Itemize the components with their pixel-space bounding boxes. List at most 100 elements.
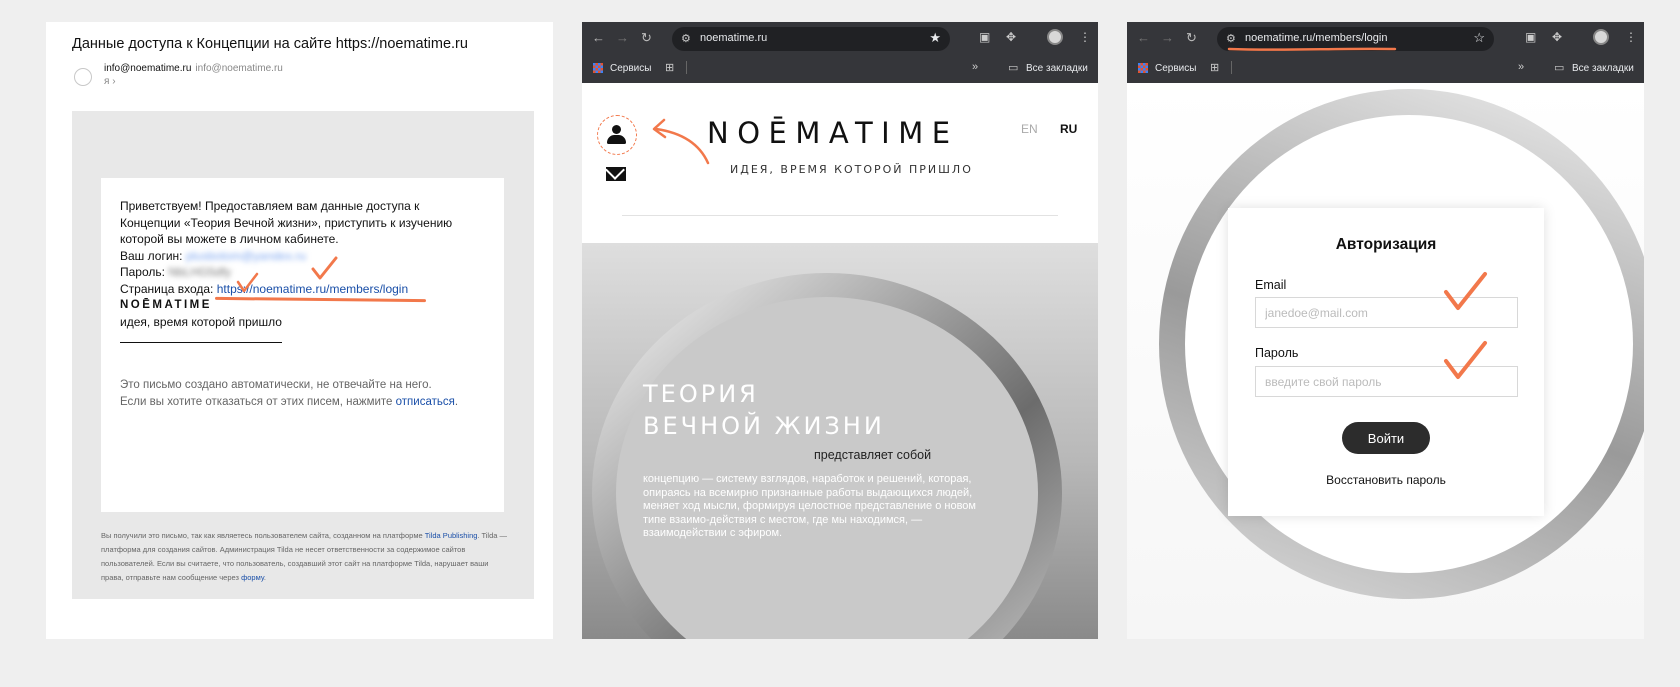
- menu-dots-icon[interactable]: ⋮: [1625, 30, 1637, 44]
- email-card: Приветствуем! Предоставляем вам данные д…: [101, 178, 504, 512]
- email-footer: Вы получили это письмо, так как являетес…: [101, 529, 511, 585]
- email-greeting: Приветствуем! Предоставляем вам данные д…: [120, 199, 453, 246]
- account-button[interactable]: [597, 115, 637, 155]
- profile-icon[interactable]: [1047, 29, 1063, 45]
- sender-name: info@noematime.ru: [104, 63, 192, 74]
- profile-icon[interactable]: [1593, 29, 1609, 45]
- hero-title-line: ТЕОРИЯ: [643, 380, 759, 408]
- hero-section: ТЕОРИЯ ВЕЧНОЙ ЖИЗНИ представляет собой к…: [582, 243, 1098, 639]
- checkmark-icon: [1444, 341, 1487, 379]
- site-settings-icon[interactable]: ⚙: [681, 32, 691, 45]
- divider: [120, 342, 282, 343]
- sender-avatar[interactable]: [74, 68, 92, 86]
- login-label: Ваш логин:: [120, 248, 183, 263]
- chevron-more-icon[interactable]: »: [1518, 61, 1524, 73]
- auth-title: Авторизация: [1335, 236, 1437, 253]
- extension-icon[interactable]: ✥: [1552, 30, 1562, 44]
- lang-en[interactable]: EN: [1021, 122, 1038, 136]
- site-logo[interactable]: NOĒMATIME: [707, 116, 959, 150]
- folder-icon: ▭: [1008, 62, 1019, 74]
- notion-icon[interactable]: ▣: [1525, 30, 1536, 44]
- tab-groups-icon[interactable]: ⊞: [1210, 61, 1219, 74]
- password-label: Пароль:: [120, 265, 165, 279]
- annotation-underline: [1227, 47, 1397, 51]
- user-icon: [612, 125, 621, 134]
- login-page: Авторизация Email Пароль Войти Восстанов…: [1127, 83, 1644, 639]
- footer-text: Вы получили это письмо, так как являетес…: [101, 531, 423, 540]
- checkmark-icon: [236, 272, 259, 293]
- login-value[interactable]: plusbotom@yandex.ru: [186, 249, 306, 263]
- notice-line: Это письмо создано автоматически, не отв…: [120, 379, 432, 391]
- browser-toolbar: ← → ↻ ⚙ noematime.ru/members/login ☆ ▣ ✥…: [1127, 22, 1644, 83]
- login-row: Ваш логин: plusbotom@yandex.ru: [120, 248, 485, 265]
- notice-text: .: [454, 396, 459, 408]
- browser-window-auth: ← → ↻ ⚙ noematime.ru/members/login ☆ ▣ ✥…: [1127, 22, 1644, 639]
- lang-ru[interactable]: RU: [1060, 122, 1077, 136]
- tab-groups-icon[interactable]: ⊞: [665, 61, 674, 74]
- forward-arrow-icon[interactable]: →: [616, 30, 629, 45]
- reload-icon[interactable]: ↻: [1186, 30, 1197, 46]
- hero-title-line: ВЕЧНОЙ ЖИЗНИ: [643, 412, 885, 440]
- checkmark-icon: [311, 256, 338, 280]
- email-body-container: Приветствуем! Предоставляем вам данные д…: [72, 111, 534, 599]
- hero-body: концепцию — систему взглядов, наработок …: [643, 473, 976, 540]
- bookmarks-bar: Сервисы ⊞ » ▭ Все закладки: [582, 57, 1098, 81]
- email-label: Email: [1255, 278, 1287, 292]
- reload-icon[interactable]: ↻: [641, 30, 652, 46]
- mail-icon[interactable]: [606, 167, 626, 181]
- all-bookmarks[interactable]: Все закладки: [1026, 63, 1088, 74]
- address-bar[interactable]: ⚙ noematime.ru ★: [672, 27, 950, 51]
- hero-subtitle: представляет собой: [814, 448, 932, 462]
- header-divider: [622, 215, 1058, 216]
- forward-arrow-icon[interactable]: →: [1161, 30, 1174, 45]
- extension-icon[interactable]: ✥: [1006, 30, 1016, 44]
- arrow-annotation-icon: [652, 118, 710, 165]
- login-page-label: Страница входа:: [120, 281, 214, 296]
- address-url: noematime.ru: [700, 32, 768, 44]
- browser-toolbar: ← → ↻ ⚙ noematime.ru ★ ▣ ✥ ⋮ Сервисы ⊞ »…: [582, 22, 1098, 83]
- email-notice: Это письмо создано автоматически, не отв…: [120, 377, 485, 411]
- email-recipient[interactable]: я ›: [104, 76, 116, 87]
- restore-password-link[interactable]: Восстановить пароль: [1228, 473, 1544, 487]
- notice-text: Если вы хотите отказаться от этих писем,…: [120, 396, 393, 408]
- email-panel: Данные доступа к Концепции на сайте http…: [46, 22, 553, 639]
- bookmark-services[interactable]: Сервисы: [610, 63, 651, 74]
- back-arrow-icon[interactable]: ←: [592, 30, 605, 45]
- folder-icon: ▭: [1554, 62, 1565, 74]
- star-icon[interactable]: ★: [929, 30, 941, 46]
- email-sender[interactable]: info@noematime.ru info@noematime.ru: [104, 63, 283, 74]
- all-bookmarks[interactable]: Все закладки: [1572, 63, 1634, 74]
- user-icon-body: [607, 135, 626, 144]
- back-arrow-icon[interactable]: ←: [1137, 30, 1150, 45]
- password-row: Пароль: NbLHG5dfy: [120, 264, 485, 281]
- site-page: NOĒMATIME ИДЕЯ, ВРЕМЯ КОТОРОЙ ПРИШЛО EN …: [582, 83, 1098, 639]
- password-value: NbLHG5dfy: [168, 265, 232, 279]
- address-url: noematime.ru/members/login: [1245, 32, 1388, 44]
- email-tagline: идея, время которой пришло: [120, 314, 282, 329]
- tilda-link[interactable]: Tilda Publishing: [425, 531, 478, 540]
- login-button[interactable]: Войти: [1342, 422, 1430, 454]
- checkmark-icon: [1444, 272, 1487, 310]
- bookmark-services[interactable]: Сервисы: [1155, 63, 1196, 74]
- password-label: Пароль: [1255, 346, 1299, 360]
- site-settings-icon[interactable]: ⚙: [1226, 32, 1236, 45]
- bookmarks-bar: Сервисы ⊞ » ▭ Все закладки: [1127, 57, 1644, 81]
- email-subject: Данные доступа к Концепции на сайте http…: [72, 36, 468, 52]
- unsubscribe-link[interactable]: отписаться: [396, 396, 455, 408]
- star-icon[interactable]: ☆: [1473, 30, 1485, 46]
- notice-line: Если вы хотите отказаться от этих писем,…: [120, 394, 485, 411]
- apps-grid-icon[interactable]: [1138, 63, 1148, 73]
- sender-email: info@noematime.ru: [195, 63, 283, 74]
- separator: [686, 61, 687, 74]
- notion-icon[interactable]: ▣: [979, 30, 990, 44]
- menu-dots-icon[interactable]: ⋮: [1079, 30, 1091, 44]
- separator: [1231, 61, 1232, 74]
- auth-form: Авторизация Email Пароль Войти Восстанов…: [1228, 208, 1544, 516]
- login-page-row: Страница входа: https://noematime.ru/mem…: [120, 281, 485, 302]
- form-link[interactable]: форму: [241, 573, 264, 582]
- footer-text: .: [263, 573, 266, 582]
- apps-grid-icon[interactable]: [593, 63, 603, 73]
- chevron-more-icon[interactable]: »: [972, 61, 978, 73]
- site-slogan: ИДЕЯ, ВРЕМЯ КОТОРОЙ ПРИШЛО: [730, 163, 973, 176]
- browser-window-site: ← → ↻ ⚙ noematime.ru ★ ▣ ✥ ⋮ Сервисы ⊞ »…: [582, 22, 1098, 639]
